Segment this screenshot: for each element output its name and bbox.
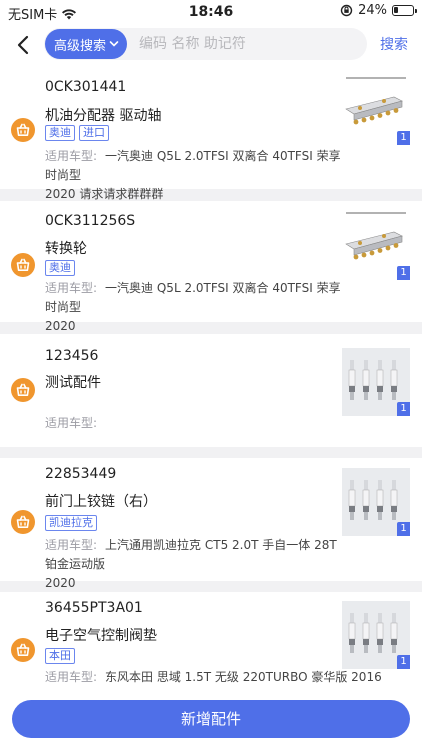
parts-list[interactable]: 0CK301441 机油分配器 驱动轴 奥迪 进口 适用车型: 一汽奥迪 Q5L … xyxy=(0,66,422,696)
battery-percent: 24% xyxy=(358,3,387,18)
part-thumbnail[interactable]: 1 xyxy=(342,601,410,669)
brand-tag: 奥迪 xyxy=(45,125,75,141)
part-card[interactable]: 22853449 前门上铰链（右） 凯迪拉克 适用车型: 上汽通用凯迪拉克 CT5… xyxy=(0,458,422,590)
search-button[interactable]: 搜索 xyxy=(380,34,408,54)
vehicle-line-1: 东风本田 思域 1.5T 无级 220TURBO 豪华版 2016 xyxy=(105,670,382,684)
status-bar: 无SIM卡 18:46 24% xyxy=(0,0,422,24)
image-count-badge: 1 xyxy=(397,522,410,536)
brand-tag: 凯迪拉克 xyxy=(45,515,97,531)
status-right: 24% xyxy=(340,3,417,18)
part-code: 0CK301441 xyxy=(45,79,127,95)
part-code: 123456 xyxy=(45,348,99,364)
advanced-search-button[interactable]: 高级搜索 xyxy=(45,29,128,59)
part-card[interactable]: 123456 测试配件 适用车型: 1 xyxy=(0,334,422,447)
origin-tag: 进口 xyxy=(79,125,109,141)
brand-tags: 奥迪 进口 xyxy=(45,125,109,141)
part-name: 机油分配器 驱动轴 xyxy=(45,108,162,124)
brand-tag: 本田 xyxy=(45,648,75,664)
part-name: 电子空气控制阀垫 xyxy=(45,628,157,644)
part-code: 0CK311256S xyxy=(45,213,136,229)
part-code: 36455PT3A01 xyxy=(45,600,143,616)
advanced-search-label: 高级搜索 xyxy=(54,38,107,54)
vehicle-line-2: 2020 xyxy=(45,319,76,333)
brand-tags: 奥迪 xyxy=(45,260,75,276)
basket-icon[interactable] xyxy=(11,118,35,142)
vehicle-label: 适用车型: xyxy=(45,281,98,295)
part-name: 转换轮 xyxy=(45,241,87,257)
vehicle-label: 适用车型: xyxy=(45,538,98,552)
part-code: 22853449 xyxy=(45,466,117,482)
battery-icon xyxy=(392,5,417,16)
applicable-vehicles: 适用车型: 上汽通用凯迪拉克 CT5 2.0T 手自一体 28T 铂金运动版 20… xyxy=(45,536,345,593)
chevron-down-icon xyxy=(109,41,119,47)
part-thumbnail[interactable]: 1 xyxy=(342,212,410,280)
part-name: 测试配件 xyxy=(45,375,101,391)
applicable-vehicles: 适用车型: 一汽奥迪 Q5L 2.0TFSI 双离合 40TFSI 荣享时尚型 2… xyxy=(45,279,345,336)
applicable-vehicles: 适用车型: 东风本田 思域 1.5T 无级 220TURBO 豪华版 2016 xyxy=(45,668,390,687)
nav-bar: 高级搜索 搜索 xyxy=(0,24,422,66)
back-icon[interactable] xyxy=(14,34,34,56)
basket-icon[interactable] xyxy=(11,510,35,534)
battery-level xyxy=(394,7,398,13)
vehicle-line-2: 2020 请求请求群群群 xyxy=(45,187,164,201)
vehicle-line-2: 2020 xyxy=(45,576,76,590)
part-card[interactable]: 0CK311256S 转换轮 奥迪 适用车型: 一汽奥迪 Q5L 2.0TFSI … xyxy=(0,201,422,333)
search-box: 高级搜索 xyxy=(44,28,367,60)
part-thumbnail[interactable]: 1 xyxy=(342,468,410,536)
part-thumbnail[interactable]: 1 xyxy=(342,348,410,416)
part-card[interactable]: 36455PT3A01 电子空气控制阀垫 本田 适用车型: 东风本田 思域 1.5… xyxy=(0,592,422,696)
brand-tags: 凯迪拉克 xyxy=(45,515,97,531)
brand-tag: 奥迪 xyxy=(45,260,75,276)
image-count-badge: 1 xyxy=(397,131,410,145)
basket-icon[interactable] xyxy=(11,253,35,277)
vehicle-label: 适用车型: xyxy=(45,670,98,684)
part-thumbnail[interactable]: 1 xyxy=(342,77,410,145)
vehicle-label: 适用车型: xyxy=(45,416,98,430)
part-name: 前门上铰链（右） xyxy=(45,494,157,510)
basket-icon[interactable] xyxy=(11,378,35,402)
image-count-badge: 1 xyxy=(397,402,410,416)
image-count-badge: 1 xyxy=(397,655,410,669)
basket-icon[interactable] xyxy=(11,638,35,662)
applicable-vehicles: 适用车型: 一汽奥迪 Q5L 2.0TFSI 双离合 40TFSI 荣享时尚型 2… xyxy=(45,147,345,204)
add-part-button[interactable]: 新增配件 xyxy=(12,700,410,738)
image-count-badge: 1 xyxy=(397,266,410,280)
bottom-bar: 新增配件 xyxy=(0,696,422,750)
brand-tags: 本田 xyxy=(45,648,75,664)
vehicle-label: 适用车型: xyxy=(45,149,98,163)
part-card[interactable]: 0CK301441 机油分配器 驱动轴 奥迪 进口 适用车型: 一汽奥迪 Q5L … xyxy=(0,66,422,201)
applicable-vehicles: 适用车型: xyxy=(45,414,345,433)
search-input[interactable] xyxy=(139,36,330,52)
orientation-lock-icon xyxy=(340,4,353,17)
